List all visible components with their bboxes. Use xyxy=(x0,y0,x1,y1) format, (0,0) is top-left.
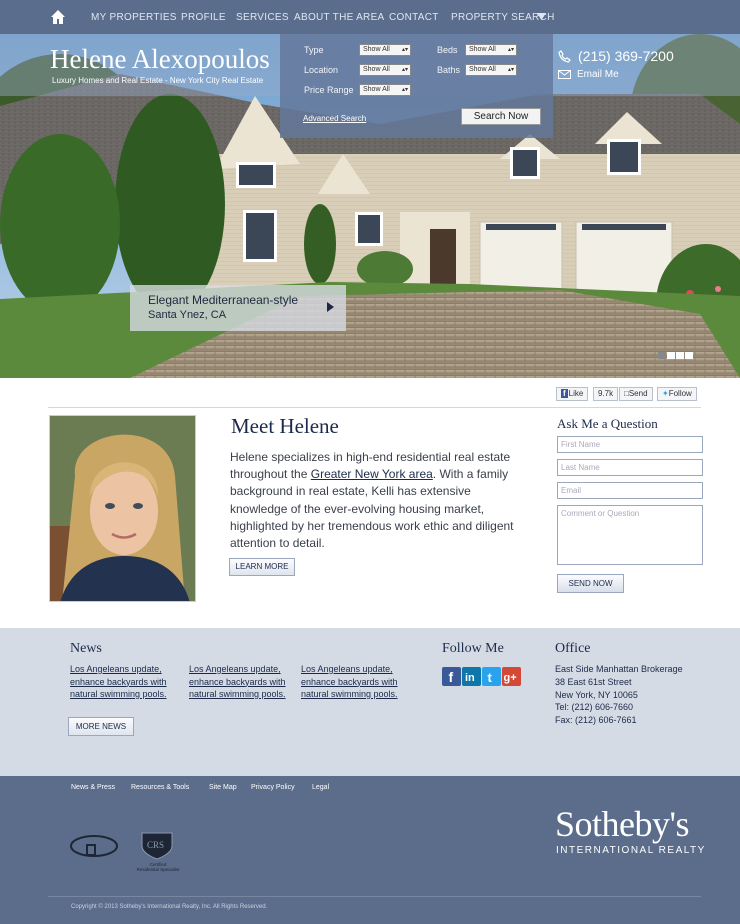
select-arrows-icon: ▴▾ xyxy=(401,67,408,73)
baths-label: Baths xyxy=(437,65,461,75)
agent-photo xyxy=(49,415,196,602)
google-plus-icon[interactable]: g+ xyxy=(502,667,521,686)
office-address: East Side Manhattan Brokerage 38 East 61… xyxy=(555,664,683,726)
svg-text:t: t xyxy=(488,670,493,685)
nav-services[interactable]: SERVICES xyxy=(236,12,289,23)
envelope-icon xyxy=(558,70,571,79)
nav-my-properties[interactable]: MY PROPERTIES xyxy=(91,12,177,23)
select-arrows-icon: ▴▾ xyxy=(507,47,514,53)
price-range-label: Price Range xyxy=(304,85,354,95)
linkedin-icon[interactable]: in xyxy=(462,667,481,686)
slide-dot[interactable] xyxy=(658,352,666,359)
agent-tagline: Luxury Homes and Real Estate - New York … xyxy=(52,76,264,85)
realtor-badge-icon xyxy=(70,835,118,857)
slide-dot[interactable] xyxy=(685,352,693,359)
footer-link-resources[interactable]: Resources & Tools xyxy=(131,784,189,791)
ask-question-heading: Ask Me a Question xyxy=(557,416,658,431)
email-me-link[interactable]: Email Me xyxy=(577,69,619,80)
top-nav: MY PROPERTIES PROFILE SERVICES ABOUT THE… xyxy=(0,0,740,34)
facebook-icon: f xyxy=(561,389,568,398)
phone-icon xyxy=(558,50,571,63)
send-button[interactable]: □Send xyxy=(619,387,653,401)
office-heading: Office xyxy=(555,641,591,656)
home-icon[interactable] xyxy=(50,9,66,25)
slide-pager xyxy=(658,346,694,364)
news-item[interactable]: Los Angeleans update, enhance backyards … xyxy=(189,663,301,701)
search-now-button[interactable]: Search Now xyxy=(461,108,541,125)
send-now-button[interactable]: SEND NOW xyxy=(557,574,624,593)
nav-about-the-area[interactable]: ABOUT THE AREA xyxy=(294,12,385,23)
first-name-field[interactable]: First Name xyxy=(557,436,703,453)
slide-caption-location: Santa Ynez, CA xyxy=(148,309,227,321)
price-range-select[interactable]: Show All ▴▾ xyxy=(359,84,411,96)
learn-more-button[interactable]: LEARN MORE xyxy=(229,558,295,576)
svg-text:in: in xyxy=(465,672,475,684)
play-arrow-icon[interactable] xyxy=(327,302,334,312)
select-arrows-icon: ▴▾ xyxy=(507,67,514,73)
location-select[interactable]: Show All ▴▾ xyxy=(359,64,411,76)
footer-divider xyxy=(48,896,701,897)
beds-label: Beds xyxy=(437,45,458,55)
footer-link-site-map[interactable]: Site Map xyxy=(209,784,237,791)
footer-link-privacy[interactable]: Privacy Policy xyxy=(251,784,295,791)
news-item[interactable]: Los Angeleans update, enhance backyards … xyxy=(70,663,182,701)
hero-slideshow: Helene Alexopoulos Luxury Homes and Real… xyxy=(0,34,740,378)
svg-text:CRS: CRS xyxy=(147,840,164,850)
news-heading: News xyxy=(70,641,102,656)
facebook-icon[interactable]: f xyxy=(442,667,461,686)
greater-new-york-link[interactable]: Greater New York area xyxy=(311,467,433,481)
twitter-bird-icon: ✦ xyxy=(662,389,669,398)
crs-badge-icon: CRS xyxy=(141,832,173,860)
like-count: 9.7k xyxy=(593,387,619,401)
news-item[interactable]: Los Angeleans update, enhance backyards … xyxy=(301,663,413,701)
location-label: Location xyxy=(304,65,339,75)
sothebys-logo-sub: INTERNATIONAL REALTY xyxy=(556,845,706,856)
baths-select[interactable]: Show All ▴▾ xyxy=(465,64,517,76)
follow-heading: Follow Me xyxy=(442,641,504,656)
more-news-button[interactable]: MORE NEWS xyxy=(68,717,134,736)
footer-link-news-press[interactable]: News & Press xyxy=(71,784,115,791)
type-select[interactable]: Show All ▴▾ xyxy=(359,44,411,56)
property-search-panel: Type Show All ▴▾ Location Show All ▴▾ Pric… xyxy=(280,34,553,138)
section-divider xyxy=(48,407,701,408)
type-label: Type xyxy=(304,45,324,55)
slide-caption-title: Elegant Mediterranean-style xyxy=(148,293,299,307)
twitter-icon[interactable]: t xyxy=(482,667,501,686)
svg-text:f: f xyxy=(449,669,454,685)
last-name-field[interactable]: Last Name xyxy=(557,459,703,476)
sothebys-logo: Sotheby's xyxy=(555,804,690,844)
crs-badge-text: Certified Residential Specialist xyxy=(136,862,180,872)
nav-profile[interactable]: PROFILE xyxy=(181,12,226,23)
chevron-down-icon[interactable] xyxy=(537,13,546,20)
select-arrows-icon: ▴▾ xyxy=(401,47,408,53)
nav-contact[interactable]: CONTACT xyxy=(389,12,439,23)
meet-heading: Meet Helene xyxy=(231,414,339,438)
copyright: Copyright © 2013 Sotheby's International… xyxy=(71,904,268,910)
twitter-follow-button[interactable]: ✦Follow xyxy=(657,387,697,401)
svg-text:g+: g+ xyxy=(504,672,517,684)
comment-field[interactable]: Comment or Question xyxy=(557,505,703,565)
select-arrows-icon: ▴▾ xyxy=(401,87,408,93)
agent-name: Helene Alexopoulos xyxy=(50,44,270,74)
email-field[interactable]: Email xyxy=(557,482,703,499)
facebook-like-button[interactable]: f Like xyxy=(556,387,589,401)
slide-dot[interactable] xyxy=(667,352,675,359)
meet-description: Helene specializes in high-end residenti… xyxy=(230,450,514,551)
footer-link-legal[interactable]: Legal xyxy=(312,784,329,791)
slide-caption[interactable]: Elegant Mediterranean-style Santa Ynez, … xyxy=(130,285,346,331)
slide-dot[interactable] xyxy=(676,352,684,359)
advanced-search-link[interactable]: Advanced Search xyxy=(303,114,366,123)
agent-phone[interactable]: (215) 369-7200 xyxy=(578,48,674,64)
beds-select[interactable]: Show All ▴▾ xyxy=(465,44,517,56)
